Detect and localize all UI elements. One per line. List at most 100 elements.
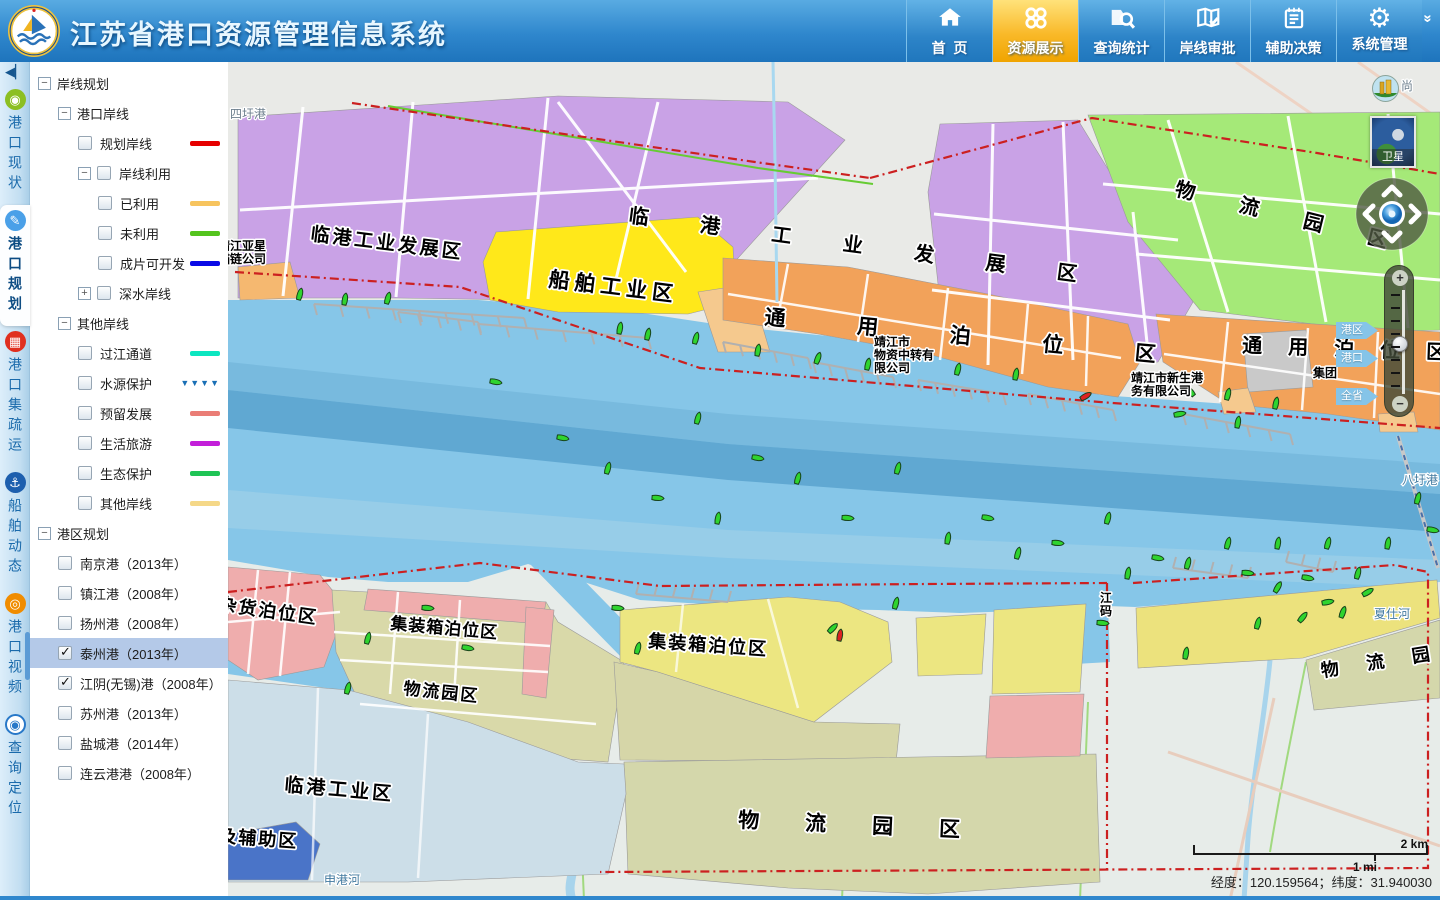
tree-node-镇江港（2008年）[interactable]: 镇江港（2008年）: [30, 578, 228, 608]
checkbox-镇江港（2008年）[interactable]: [58, 586, 72, 600]
tree-node-苏州港（2013年）[interactable]: 苏州港（2013年）: [30, 698, 228, 728]
zoom-in-button[interactable]: +: [1392, 270, 1408, 286]
tree-node-label: 泰州港（2013年）: [80, 644, 187, 663]
legend-swatch: [190, 201, 220, 206]
map-zoom-slider[interactable]: + −: [1384, 265, 1414, 417]
water-label: 申港河: [324, 873, 360, 887]
camera-icon: ◎: [5, 593, 26, 614]
checkbox-岸线利用[interactable]: [97, 166, 111, 180]
collapse-panel-button[interactable]: ◀▏: [0, 62, 30, 84]
tree-node-南京港（2013年）[interactable]: 南京港（2013年）: [30, 548, 228, 578]
tree-node-label: 生活旅游: [100, 434, 152, 453]
sidebar-item-查询定位[interactable]: ◉查询定位: [0, 709, 30, 830]
tree-node-水源保护[interactable]: 水源保护▼▼▼▼: [30, 368, 228, 398]
checkbox-其他岸线[interactable]: [78, 496, 92, 510]
tree-node-生活旅游[interactable]: 生活旅游: [30, 428, 228, 458]
zoom-tick: [1391, 346, 1400, 348]
tree-node-规划岸线[interactable]: 规划岸线: [30, 128, 228, 158]
tree-node-预留发展[interactable]: 预留发展: [30, 398, 228, 428]
checkbox-生态保护[interactable]: [78, 466, 92, 480]
tree-node-未利用[interactable]: 未利用: [30, 218, 228, 248]
legend-swatch: [190, 231, 220, 236]
water-label: 夏仕河: [1374, 607, 1410, 621]
tree-node-label: 已利用: [120, 194, 159, 213]
tree-node-label: 水源保护: [100, 374, 152, 393]
tree-node-已利用[interactable]: 已利用: [30, 188, 228, 218]
checkbox-苏州港（2013年）[interactable]: [58, 706, 72, 720]
checkbox-扬州港（2008年）[interactable]: [58, 616, 72, 630]
nav-tab-label: 系统管理: [1352, 34, 1408, 54]
collapse-icon[interactable]: −: [38, 527, 51, 540]
checkbox-过江通道[interactable]: [78, 346, 92, 360]
nav-tab-notepad[interactable]: 辅助决策: [1250, 0, 1336, 62]
zoom-out-button[interactable]: −: [1392, 396, 1408, 412]
zoom-handle[interactable]: [1392, 336, 1408, 352]
checkbox-未利用[interactable]: [98, 226, 112, 240]
checkbox-规划岸线[interactable]: [78, 136, 92, 150]
tree-node-label: 镇江港（2008年）: [80, 584, 187, 603]
tree-node-label: 未利用: [120, 224, 159, 243]
tree-node-label: 深水岸线: [119, 284, 171, 303]
collapse-icon[interactable]: −: [58, 107, 71, 120]
sidebar-item-label: 船舶动态: [5, 498, 25, 578]
tree-node-label: 港区规划: [57, 524, 109, 543]
panel-drag-handle[interactable]: [25, 632, 30, 680]
checkbox-泰州港（2013年）[interactable]: [58, 646, 72, 660]
tree-node-label: 其他岸线: [100, 494, 152, 513]
tree-node-江阴(无锡)港（2008年）[interactable]: 江阴(无锡)港（2008年）: [30, 668, 228, 698]
sidebar-item-船舶动态[interactable]: ⚓船舶动态: [0, 467, 30, 588]
zoom-tick: [1391, 385, 1400, 387]
expand-icon[interactable]: +: [78, 287, 91, 300]
tree-node-泰州港（2013年）[interactable]: 泰州港（2013年）: [30, 638, 228, 668]
checkbox-水源保护[interactable]: [78, 376, 92, 390]
nav-tab-search-stats[interactable]: 查询统计: [1078, 0, 1164, 62]
checkbox-南京港（2013年）[interactable]: [58, 556, 72, 570]
tree-node-岸线利用[interactable]: −岸线利用: [30, 158, 228, 188]
tree-node-连云港港（2008年）[interactable]: 连云港港（2008年）: [30, 758, 228, 788]
tree-node-港口岸线[interactable]: −港口岸线: [30, 98, 228, 128]
checkbox-预留发展[interactable]: [78, 406, 92, 420]
checkbox-成片可开发[interactable]: [98, 256, 112, 270]
nav-tab-gear[interactable]: ⚙系统管理: [1336, 0, 1422, 62]
tree-node-岸线规划[interactable]: −岸线规划: [30, 68, 228, 98]
legend-swatch: [190, 441, 220, 446]
app-logo: [8, 5, 60, 57]
checkbox-江阴(无锡)港（2008年）[interactable]: [58, 676, 72, 690]
nav-tab-resources[interactable]: 资源展示: [992, 0, 1078, 62]
legend-swatch: [190, 411, 220, 416]
tree-node-其他岸线[interactable]: −其他岸线: [30, 308, 228, 338]
collapse-icon[interactable]: −: [38, 77, 51, 90]
sidebar-item-港口集疏运[interactable]: ▦港口集疏运: [0, 326, 30, 467]
tree-node-盐城港（2014年）[interactable]: 盐城港（2014年）: [30, 728, 228, 758]
collapse-icon[interactable]: −: [58, 317, 71, 330]
map-pan-compass[interactable]: [1354, 176, 1430, 252]
sidebar-item-港口规划[interactable]: ✎港口规划: [0, 205, 30, 326]
tree-node-过江通道[interactable]: 过江通道: [30, 338, 228, 368]
satellite-layer-button[interactable]: 卫星: [1370, 116, 1416, 168]
nav-tab-label: 辅助决策: [1266, 38, 1322, 58]
tree-node-成片可开发[interactable]: 成片可开发: [30, 248, 228, 278]
tree-node-生态保护[interactable]: 生态保护: [30, 458, 228, 488]
zone-yellow-p3: [992, 604, 1086, 694]
collapse-icon[interactable]: −: [78, 167, 91, 180]
tree-node-其他岸线[interactable]: 其他岸线: [30, 488, 228, 518]
sidebar-item-港口现状[interactable]: ◉港口现状: [0, 84, 30, 205]
top-nav: 首 页资源展示查询统计岸线审批辅助决策 ⚙系统管理: [906, 0, 1422, 62]
collapse-nav-button[interactable]: »: [1422, 0, 1440, 62]
resources-icon: [1023, 5, 1049, 36]
map-canvas[interactable]: 临港工业发展区临港工业发展区船舶工业区通用泊位区物流园区通用泊位区杂货泊位区集装…: [228, 62, 1440, 900]
tree-node-港区规划[interactable]: −港区规划: [30, 518, 228, 548]
nav-tab-map-approve[interactable]: 岸线审批: [1164, 0, 1250, 62]
checkbox-已利用[interactable]: [98, 196, 112, 210]
zoom-tick: [1391, 372, 1400, 374]
search-stats-icon: [1109, 5, 1135, 36]
tree-node-扬州港（2008年）[interactable]: 扬州港（2008年）: [30, 608, 228, 638]
tree-node-label: 其他岸线: [77, 314, 129, 333]
checkbox-生活旅游[interactable]: [78, 436, 92, 450]
checkbox-盐城港（2014年）[interactable]: [58, 736, 72, 750]
checkbox-深水岸线[interactable]: [97, 286, 111, 300]
checkbox-连云港港（2008年）[interactable]: [58, 766, 72, 780]
nav-tab-home[interactable]: 首 页: [906, 0, 992, 62]
tree-node-深水岸线[interactable]: + 深水岸线: [30, 278, 228, 308]
grid-icon: ▦: [5, 331, 26, 352]
